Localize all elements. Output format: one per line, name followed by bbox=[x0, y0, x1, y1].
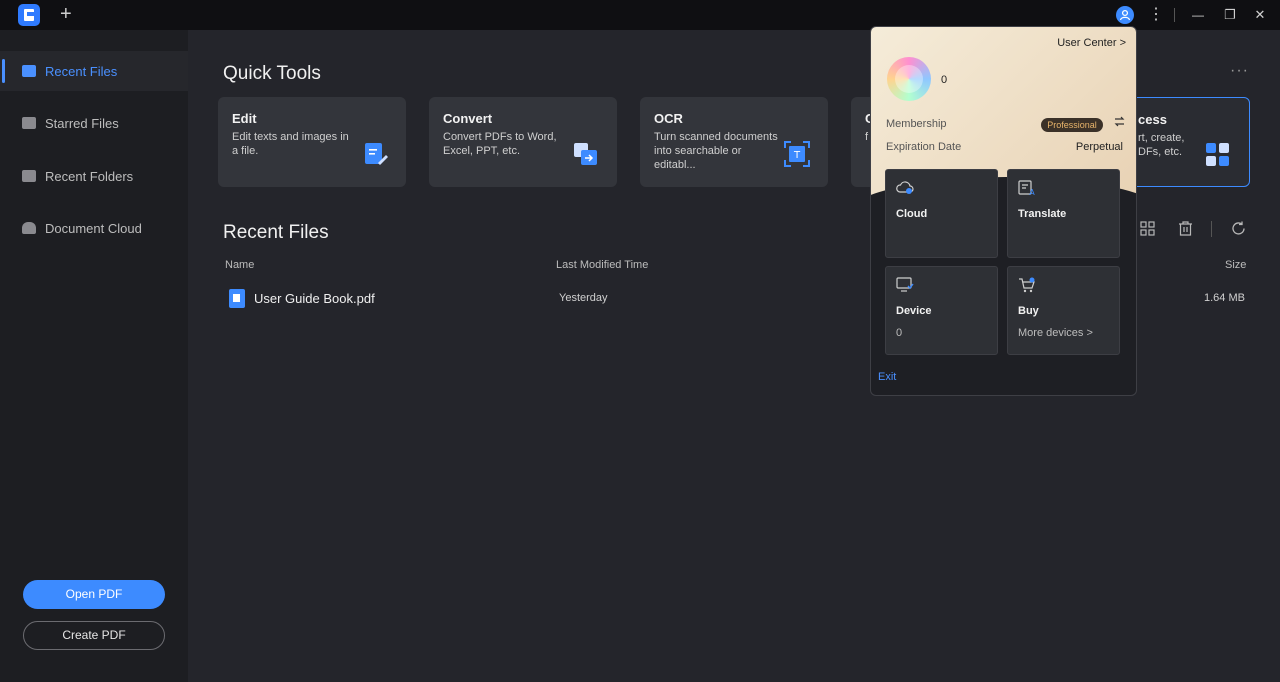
pdf-file-icon bbox=[229, 289, 245, 308]
minimize-button[interactable]: — bbox=[1188, 5, 1208, 25]
recent-files-title: Recent Files bbox=[223, 222, 329, 243]
tile-cloud[interactable]: Cloud bbox=[885, 169, 998, 258]
tile-title: Translate bbox=[1018, 208, 1067, 220]
tool-card-ocr[interactable]: OCR Turn scanned documents into searchab… bbox=[640, 97, 828, 187]
document-icon bbox=[22, 65, 36, 77]
sidebar-item-label: Starred Files bbox=[45, 115, 119, 131]
exit-link[interactable]: Exit bbox=[878, 371, 896, 383]
tool-title: Convert bbox=[443, 111, 493, 126]
column-header-modified[interactable]: Last Modified Time bbox=[556, 259, 648, 271]
cloud-icon bbox=[896, 181, 914, 194]
tile-device[interactable]: Device 0 bbox=[885, 266, 998, 355]
user-icon bbox=[1119, 9, 1131, 21]
convert-icon bbox=[574, 143, 597, 165]
membership-label: Membership bbox=[886, 118, 947, 130]
file-modified: Yesterday bbox=[559, 292, 608, 304]
column-header-name[interactable]: Name bbox=[225, 259, 254, 271]
more-devices-link[interactable]: More devices > bbox=[1018, 327, 1093, 339]
status-badge: Professional bbox=[1041, 118, 1103, 132]
folder-icon bbox=[22, 170, 36, 182]
more-options-button[interactable]: ⋮ bbox=[1146, 5, 1166, 25]
tool-title: cess bbox=[1138, 112, 1167, 127]
tool-title: OCR bbox=[654, 111, 683, 126]
app-logo-icon[interactable] bbox=[18, 4, 40, 26]
avatar bbox=[887, 57, 931, 101]
sidebar-item-starred-files[interactable]: Starred Files bbox=[0, 103, 188, 143]
quick-tools-title: Quick Tools bbox=[223, 63, 321, 84]
tile-translate[interactable]: A Translate bbox=[1007, 169, 1120, 258]
tile-title: Cloud bbox=[896, 208, 928, 220]
tile-title: Buy bbox=[1018, 305, 1039, 317]
trash-icon[interactable] bbox=[1178, 221, 1193, 240]
refresh-icon[interactable] bbox=[1231, 221, 1246, 240]
more-icon[interactable]: ··· bbox=[1230, 62, 1249, 80]
account-avatar-button[interactable] bbox=[1116, 6, 1134, 24]
sidebar-item-document-cloud[interactable]: Document Cloud bbox=[0, 208, 188, 248]
expiration-value: Perpetual bbox=[1075, 141, 1123, 153]
sidebar-item-label: Recent Folders bbox=[45, 168, 134, 184]
divider bbox=[1174, 8, 1175, 22]
user-center-link[interactable]: User Center > bbox=[1057, 37, 1126, 49]
refresh-icon[interactable] bbox=[1113, 115, 1126, 131]
username: 0 bbox=[941, 74, 948, 86]
restore-button[interactable]: ❐ bbox=[1220, 5, 1240, 25]
new-tab-button[interactable]: + bbox=[60, 4, 72, 24]
tool-description: rt, create, DFs, etc. bbox=[1138, 132, 1185, 158]
tool-card-convert[interactable]: Convert Convert PDFs to Word, Excel, PPT… bbox=[429, 97, 617, 187]
device-icon bbox=[896, 277, 914, 292]
close-window-button[interactable]: ✕ bbox=[1250, 5, 1270, 25]
star-icon bbox=[22, 117, 36, 129]
open-pdf-button[interactable]: Open PDF bbox=[23, 580, 165, 609]
translate-icon: A bbox=[1018, 180, 1035, 196]
tile-subtitle: 0 bbox=[896, 327, 903, 339]
tool-description: Turn scanned documents into searchable o… bbox=[654, 131, 778, 171]
file-name: User Guide Book.pdf bbox=[254, 291, 375, 306]
column-header-size[interactable]: Size bbox=[1225, 259, 1246, 271]
sidebar-item-recent-files[interactable]: Recent Files bbox=[0, 51, 188, 91]
file-size: 1.64 MB bbox=[1204, 292, 1245, 304]
tool-description: Convert PDFs to Word, Excel, PPT, etc. bbox=[443, 131, 557, 157]
tool-card-edit[interactable]: Edit Edit texts and images in a file. bbox=[218, 97, 406, 187]
svg-text:T: T bbox=[793, 150, 801, 161]
batch-icon bbox=[1206, 143, 1229, 166]
tile-buy[interactable]: Buy More devices > bbox=[1007, 266, 1120, 355]
user-account-popup: User Center > 0 Membership Professional … bbox=[870, 26, 1137, 396]
svg-text:A: A bbox=[1029, 188, 1035, 196]
sidebar: Recent Files Starred Files Recent Folder… bbox=[0, 30, 188, 682]
divider bbox=[1211, 221, 1212, 237]
sidebar-item-label: Recent Files bbox=[45, 63, 118, 79]
tool-description: Edit texts and images in a file. bbox=[232, 131, 349, 157]
tile-title: Device bbox=[896, 305, 932, 317]
tool-title: Edit bbox=[232, 111, 257, 126]
cart-icon bbox=[1019, 277, 1035, 293]
ocr-icon: T bbox=[784, 141, 810, 167]
sidebar-item-label: Document Cloud bbox=[45, 220, 142, 236]
sidebar-item-recent-folders[interactable]: Recent Folders bbox=[0, 156, 188, 196]
cloud-icon bbox=[22, 222, 36, 234]
create-pdf-button[interactable]: Create PDF bbox=[23, 621, 165, 650]
edit-icon bbox=[365, 143, 388, 165]
expiration-label: Expiration Date bbox=[886, 141, 962, 153]
grid-view-icon[interactable] bbox=[1140, 221, 1155, 240]
